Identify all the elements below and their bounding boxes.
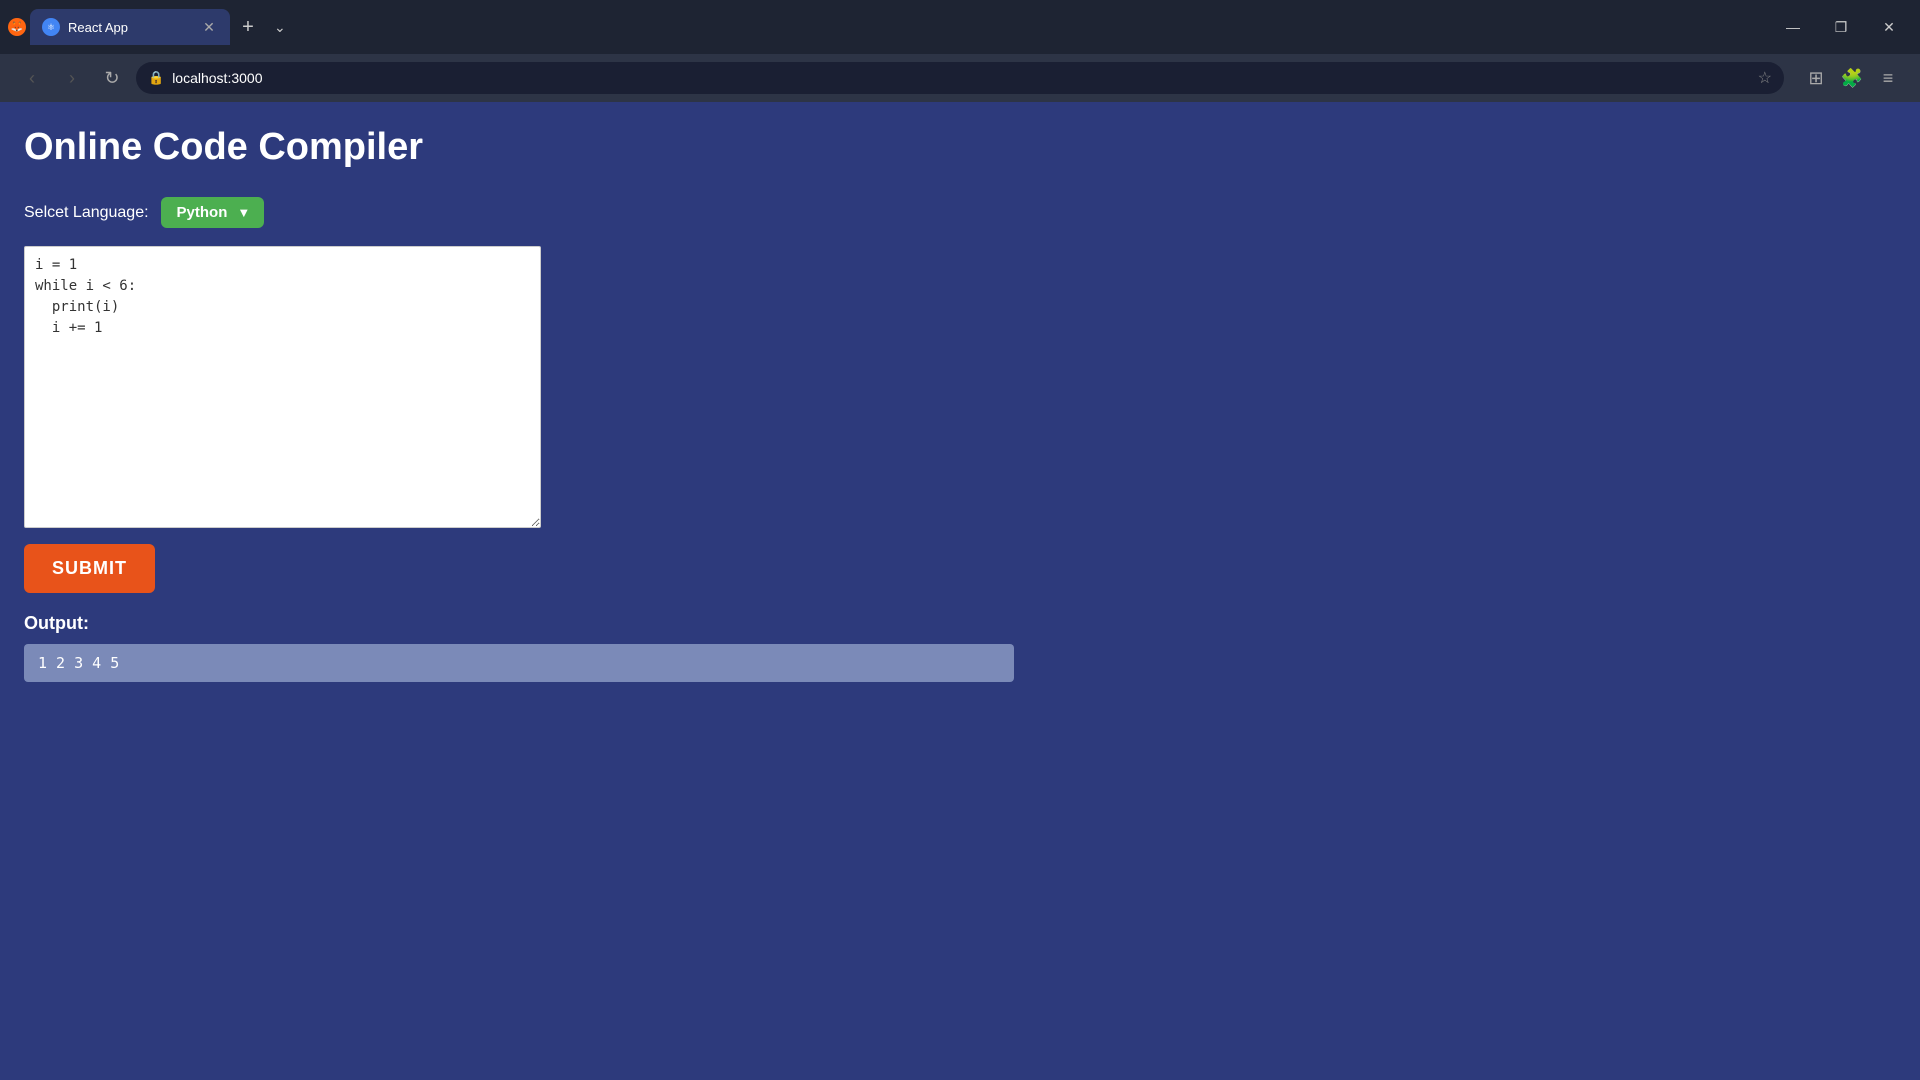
browser-titlebar: 🦊 ⚛ React App ✕ + ⌄ — ❐ ✕ bbox=[0, 0, 1920, 54]
page-title: Online Code Compiler bbox=[24, 126, 1896, 169]
browser-navbar: ‹ › ↻ 🔒 localhost:3000 ☆ ⊞ 🧩 ≡ bbox=[0, 54, 1920, 102]
maximize-button[interactable]: ❐ bbox=[1818, 11, 1864, 43]
bookmarks-button[interactable]: ⊞ bbox=[1800, 62, 1832, 94]
language-label: Selcet Language: bbox=[24, 204, 149, 222]
code-editor[interactable]: i = 1 while i < 6: print(i) i += 1 bbox=[24, 246, 541, 528]
tab-title: React App bbox=[68, 20, 192, 35]
language-dropdown-wrapper: Python ▼ bbox=[161, 197, 265, 228]
minimize-button[interactable]: — bbox=[1770, 11, 1816, 43]
output-box: 1 2 3 4 5 bbox=[24, 644, 1014, 682]
close-button[interactable]: ✕ bbox=[1866, 11, 1912, 43]
dropdown-arrow-icon: ▼ bbox=[237, 205, 250, 220]
address-bar[interactable]: localhost:3000 bbox=[172, 70, 1749, 86]
back-button[interactable]: ‹ bbox=[16, 62, 48, 94]
submit-button[interactable]: SUBMIT bbox=[24, 544, 155, 593]
language-dropdown[interactable]: Python ▼ bbox=[161, 197, 265, 228]
browser-chrome: 🦊 ⚛ React App ✕ + ⌄ — ❐ ✕ ‹ › ↻ 🔒 localh… bbox=[0, 0, 1920, 102]
menu-button[interactable]: ≡ bbox=[1872, 62, 1904, 94]
output-label: Output: bbox=[24, 613, 1896, 634]
firefox-favicon: 🦊 bbox=[8, 18, 26, 36]
new-tab-button[interactable]: + bbox=[234, 13, 262, 41]
tab-close-button[interactable]: ✕ bbox=[200, 18, 218, 36]
forward-button[interactable]: › bbox=[56, 62, 88, 94]
bookmark-icon[interactable]: ☆ bbox=[1758, 68, 1772, 88]
navbar-actions: ⊞ 🧩 ≡ bbox=[1800, 62, 1904, 94]
language-value: Python bbox=[177, 204, 228, 221]
lock-icon: 🔒 bbox=[148, 70, 164, 86]
language-selector-row: Selcet Language: Python ▼ bbox=[24, 197, 1896, 228]
tab-dropdown-button[interactable]: ⌄ bbox=[270, 15, 290, 40]
extensions-button[interactable]: 🧩 bbox=[1836, 62, 1868, 94]
refresh-button[interactable]: ↻ bbox=[96, 62, 128, 94]
browser-tab[interactable]: ⚛ React App ✕ bbox=[30, 9, 230, 45]
address-bar-container[interactable]: 🔒 localhost:3000 ☆ bbox=[136, 62, 1784, 94]
tab-favicon: ⚛ bbox=[42, 18, 60, 36]
app-content: Online Code Compiler Selcet Language: Py… bbox=[0, 102, 1920, 1080]
window-controls: — ❐ ✕ bbox=[1770, 11, 1912, 43]
